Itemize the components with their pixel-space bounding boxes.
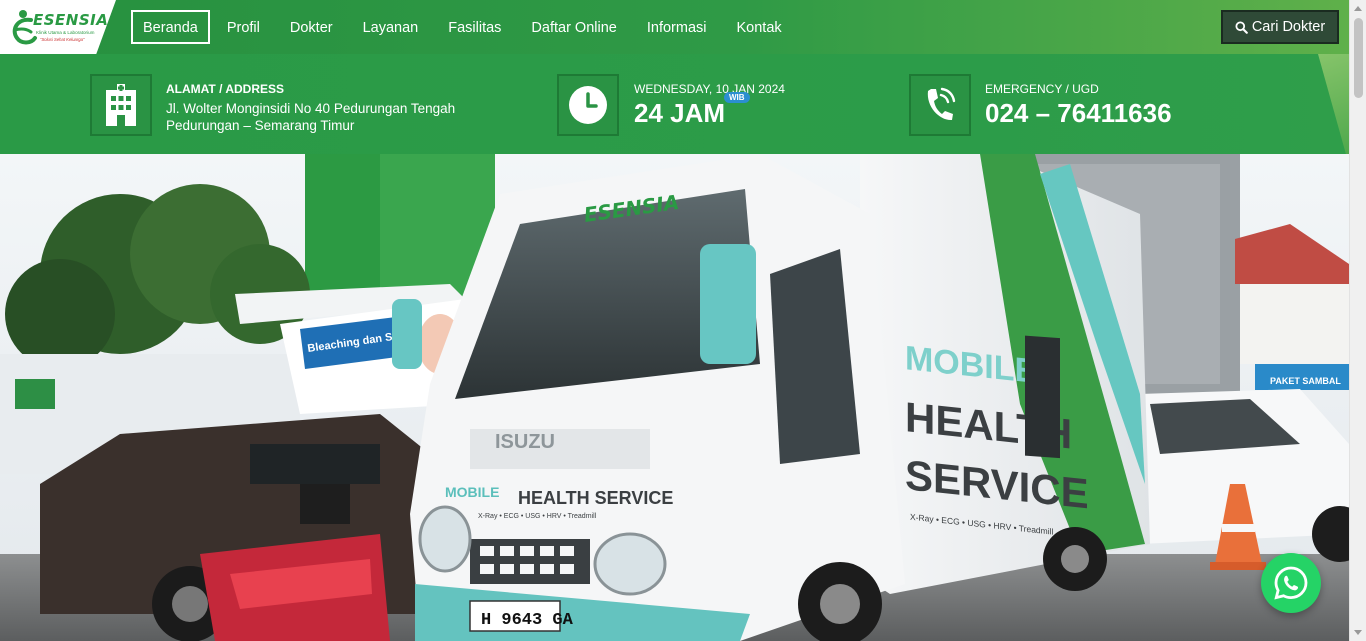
- mobile-health-truck-photo: PAKET SAMBAL Bleaching dan Scal MOBILE H…: [0, 154, 1349, 641]
- brand-name: ESENSIA: [33, 11, 109, 29]
- brand-slogan: "Solusi Sehat Keluarga": [40, 37, 85, 42]
- emergency-label: EMERGENCY / UGD: [985, 82, 1099, 96]
- emergency-icon-box: [909, 74, 971, 136]
- search-icon: [1235, 20, 1248, 34]
- whatsapp-button[interactable]: [1261, 553, 1321, 613]
- hospital-building-icon: [106, 84, 136, 126]
- nav-item-kontak[interactable]: Kontak: [722, 10, 797, 44]
- scroll-up-arrow-icon[interactable]: [1354, 6, 1362, 11]
- main-nav: Beranda Profil Dokter Layanan Fasilitas …: [131, 10, 797, 44]
- nav-item-layanan[interactable]: Layanan: [348, 10, 434, 44]
- scroll-thumb[interactable]: [1354, 18, 1363, 98]
- nav-item-dokter[interactable]: Dokter: [275, 10, 348, 44]
- cari-dokter-label: Cari Dokter: [1251, 19, 1326, 35]
- address-label: ALAMAT / ADDRESS: [166, 82, 284, 96]
- hours-icon-box: [557, 74, 619, 136]
- current-date: WEDNESDAY, 10 JAN 2024: [634, 82, 785, 96]
- nav-item-fasilitas[interactable]: Fasilitas: [433, 10, 516, 44]
- top-navbar: ESENSIA Klinik Utama & Laboratorium "Sol…: [0, 0, 1349, 54]
- nav-item-informasi[interactable]: Informasi: [632, 10, 722, 44]
- hero-banner: PAKET SAMBAL Bleaching dan Scal MOBILE H…: [0, 154, 1349, 641]
- timezone-badge: WIB: [724, 92, 750, 103]
- nav-item-profil[interactable]: Profil: [212, 10, 275, 44]
- address-line-1: Jl. Wolter Monginsidi No 40 Pedurungan T…: [166, 101, 456, 116]
- svg-text:H 9643 GA: H 9643 GA: [481, 611, 574, 630]
- brand-tagline: Klinik Utama & Laboratorium: [36, 30, 95, 35]
- page-scrollbar[interactable]: [1349, 0, 1366, 641]
- nav-item-beranda[interactable]: Beranda: [131, 10, 210, 44]
- whatsapp-icon: [1274, 566, 1308, 600]
- scroll-down-arrow-icon[interactable]: [1354, 630, 1362, 635]
- svg-text:PAKET SAMBAL: PAKET SAMBAL: [1270, 376, 1341, 386]
- svg-text:MOBILE: MOBILE: [445, 484, 499, 500]
- info-bar: ALAMAT / ADDRESS Jl. Wolter Monginsidi N…: [0, 54, 1349, 154]
- phone-ringing-icon: [927, 87, 956, 121]
- nav-item-daftar-online[interactable]: Daftar Online: [516, 10, 631, 44]
- cari-dokter-button[interactable]: Cari Dokter: [1221, 10, 1339, 44]
- hours-value: 24 JAM: [634, 98, 726, 128]
- emergency-phone[interactable]: 024 – 76411636: [985, 98, 1172, 129]
- svg-text:HEALTH SERVICE: HEALTH SERVICE: [518, 488, 673, 508]
- clock-icon: [569, 86, 607, 124]
- address-line-2: Pedurungan – Semarang Timur: [166, 118, 355, 133]
- logo[interactable]: ESENSIA Klinik Utama & Laboratorium "Sol…: [0, 0, 116, 54]
- svg-text:X-Ray • ECG • USG • HRV • Trea: X-Ray • ECG • USG • HRV • Treadmill: [478, 513, 597, 520]
- svg-text:ISUZU: ISUZU: [495, 431, 555, 453]
- address-icon-box: [90, 74, 152, 136]
